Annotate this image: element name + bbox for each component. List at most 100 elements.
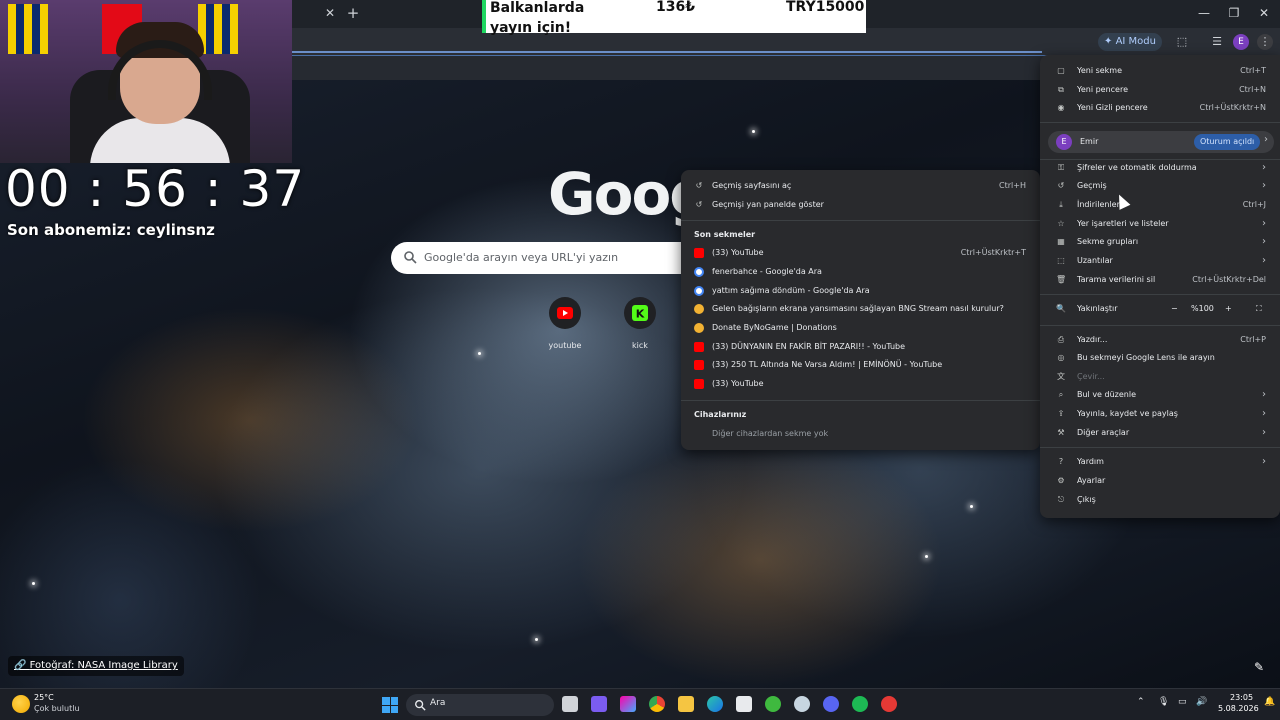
chevron-right-icon: › bbox=[1262, 408, 1266, 419]
recent-tabs-heading: Son sekmeler bbox=[694, 230, 756, 239]
history-menu-item[interactable]: ↺ Geçmiş sayfasını aç Ctrl+H bbox=[681, 177, 1040, 195]
menu-item-passwords[interactable]: ⚿ Şifreler ve otomatik doldurma › bbox=[1040, 159, 1280, 177]
network-icon[interactable]: ▭ bbox=[1178, 697, 1187, 707]
chrome-icon[interactable] bbox=[649, 696, 665, 712]
devices-heading: Cihazlarınız bbox=[694, 410, 747, 419]
menu-item-label: Geçmiş sayfasını aç bbox=[712, 181, 792, 190]
copilot-icon[interactable] bbox=[591, 696, 607, 712]
profile-avatar[interactable]: E bbox=[1233, 34, 1249, 50]
menu-item-tab-groups[interactable]: ▦ Sekme grupları › bbox=[1040, 233, 1280, 251]
spotify-icon[interactable] bbox=[852, 696, 868, 712]
menu-item-clear-data[interactable]: 🗑 Tarama verilerini sil Ctrl+ÜstKrktr+De… bbox=[1040, 271, 1280, 289]
recent-tab-item[interactable]: Donate ByNoGame | Donations bbox=[681, 319, 1040, 337]
microphone-icon[interactable]: 🎙 bbox=[1158, 697, 1169, 707]
google-favicon-icon bbox=[694, 286, 704, 296]
tab-search-icon[interactable]: ☰ bbox=[1209, 34, 1225, 50]
edge-icon[interactable] bbox=[707, 696, 723, 712]
restore-icon[interactable]: ❐ bbox=[1223, 4, 1245, 22]
steam-icon[interactable] bbox=[794, 696, 810, 712]
menu-item-incognito[interactable]: ◉ Yeni Gizli pencere Ctrl+ÜstKrktr+N bbox=[1040, 99, 1280, 117]
menu-item-shortcut: Ctrl+T bbox=[1240, 66, 1266, 75]
fullscreen-icon[interactable]: ⛶ bbox=[1256, 300, 1262, 318]
google-favicon-icon bbox=[694, 267, 704, 277]
menu-item-cast-save-share[interactable]: ⇪ Yayınla, kaydet ve paylaş › bbox=[1040, 405, 1280, 423]
search-box[interactable]: Google'da arayın veya URL'yi yazın bbox=[391, 242, 691, 274]
star bbox=[752, 130, 755, 133]
menu-divider bbox=[1040, 325, 1280, 326]
chevron-right-icon: › bbox=[1262, 236, 1266, 247]
volume-icon[interactable]: 🔊 bbox=[1196, 697, 1207, 707]
menu-item-history[interactable]: ↺ Geçmiş › bbox=[1040, 177, 1280, 195]
ai-mode-button[interactable]: ✦ AI Modu bbox=[1098, 33, 1162, 51]
widgets-icon[interactable] bbox=[620, 696, 636, 712]
notifications-icon[interactable]: 🔔 bbox=[1264, 697, 1275, 707]
zoom-out-button[interactable]: − bbox=[1171, 300, 1178, 318]
profile-row[interactable]: E Emir Oturum açıldı › bbox=[1048, 131, 1274, 153]
menu-item-help[interactable]: ? Yardım › bbox=[1040, 453, 1280, 471]
menu-item-extensions[interactable]: ⬚ Uzantılar › bbox=[1040, 252, 1280, 270]
zoom-in-button[interactable]: + bbox=[1225, 300, 1232, 318]
menu-item-downloads[interactable]: ⤓ İndirilenler Ctrl+J bbox=[1040, 196, 1280, 214]
weather-icon[interactable] bbox=[12, 695, 30, 713]
menu-item-new-window[interactable]: ⧉ Yeni pencere Ctrl+N bbox=[1040, 81, 1280, 99]
menu-item-settings[interactable]: ⚙ Ayarlar bbox=[1040, 472, 1280, 490]
youtube-favicon-icon bbox=[694, 360, 704, 370]
discord-icon[interactable] bbox=[823, 696, 839, 712]
shortcut-youtube[interactable]: youtube bbox=[545, 297, 585, 350]
shortcut-label: kick bbox=[632, 341, 648, 350]
recent-tab-item[interactable]: (33) YouTube Ctrl+ÜstKrktr+T bbox=[681, 244, 1040, 262]
task-view-icon[interactable] bbox=[562, 696, 578, 712]
menu-item-shortcut: Ctrl+ÜstKrktr+T bbox=[960, 248, 1026, 257]
tab-groups-icon: ▦ bbox=[1057, 237, 1065, 246]
recent-tab-item[interactable]: fenerbahce - Google'da Ara bbox=[681, 263, 1040, 281]
clock-time[interactable]: 23:05 bbox=[1230, 693, 1253, 702]
weather-description: Çok bulutlu bbox=[34, 704, 80, 713]
menu-item-more-tools[interactable]: ⚒ Diğer araçlar › bbox=[1040, 424, 1280, 442]
history-menu-item[interactable]: ↺ Geçmişi yan panelde göster bbox=[681, 196, 1040, 214]
close-window-icon[interactable]: ✕ bbox=[1253, 4, 1275, 22]
taskbar-search-label: Ara bbox=[430, 698, 446, 708]
menu-item-print[interactable]: ⎙ Yazdır... Ctrl+P bbox=[1040, 331, 1280, 349]
customize-pencil-icon[interactable]: ✎ bbox=[1250, 658, 1268, 676]
close-tab-icon[interactable]: ✕ bbox=[322, 5, 338, 21]
taskbar-search[interactable]: Ara bbox=[406, 694, 554, 716]
menu-item-new-tab[interactable]: ▢ Yeni sekme Ctrl+T bbox=[1040, 62, 1280, 80]
recent-tab-item[interactable]: (33) YouTube bbox=[681, 375, 1040, 393]
history-clock-icon: ↺ bbox=[695, 181, 703, 190]
minimize-icon[interactable]: — bbox=[1193, 4, 1215, 22]
svg-text:K: K bbox=[636, 308, 645, 321]
recent-tab-item[interactable]: yattım sağıma döndüm - Google'da Ara bbox=[681, 282, 1040, 300]
exit-icon: ⎋ bbox=[1057, 495, 1065, 504]
star bbox=[535, 638, 538, 641]
store-icon[interactable] bbox=[736, 696, 752, 712]
lens-icon: ◎ bbox=[1057, 353, 1065, 362]
shortcut-kick[interactable]: K kick bbox=[620, 297, 660, 350]
file-explorer-icon[interactable] bbox=[678, 696, 694, 712]
recent-tab-item[interactable]: Gelen bağışların ekrana yansımasını sağl… bbox=[681, 300, 1040, 318]
menu-item-shortcut: Ctrl+H bbox=[999, 181, 1026, 190]
recent-tab-label: (33) 250 TL Altında Ne Varsa Aldım! | EM… bbox=[712, 360, 943, 369]
history-icon: ↺ bbox=[1057, 181, 1065, 190]
menu-item-find-edit[interactable]: ⌕ Bul ve düzenle › bbox=[1040, 386, 1280, 404]
extensions-icon[interactable]: ⬚ bbox=[1174, 34, 1190, 50]
menu-divider bbox=[681, 220, 1040, 221]
xbox-icon[interactable] bbox=[765, 696, 781, 712]
photo-credit-link[interactable]: 🔗 Fotoğraf: NASA Image Library bbox=[8, 656, 184, 676]
recent-tab-item[interactable]: (33) 250 TL Altında Ne Varsa Aldım! | EM… bbox=[681, 356, 1040, 374]
clock-date[interactable]: 5.08.2026 bbox=[1218, 704, 1259, 713]
tray-chevron-icon[interactable]: ⌃ bbox=[1137, 697, 1145, 707]
menu-item-exit[interactable]: ⎋ Çıkış bbox=[1040, 491, 1280, 509]
menu-kebab-icon[interactable]: ⋮ bbox=[1257, 34, 1273, 50]
recording-app-icon[interactable] bbox=[881, 696, 897, 712]
recent-tab-item[interactable]: (33) DÜNYANIN EN FAKİR BİT PAZARI!! - Yo… bbox=[681, 338, 1040, 356]
kick-icon: K bbox=[624, 297, 656, 329]
menu-item-bookmarks[interactable]: ☆ Yer işaretleri ve listeler › bbox=[1040, 215, 1280, 233]
menu-item-label: Bul ve düzenle bbox=[1077, 390, 1137, 399]
windows-start-icon[interactable] bbox=[382, 697, 398, 713]
new-tab-icon[interactable]: + bbox=[344, 4, 362, 22]
menu-item-shortcut: Ctrl+P bbox=[1240, 335, 1266, 344]
menu-item-label: Geçmiş bbox=[1077, 181, 1107, 190]
ai-mode-label: AI Modu bbox=[1115, 36, 1156, 47]
menu-item-label: Sekme grupları bbox=[1077, 237, 1139, 246]
menu-item-google-lens[interactable]: ◎ Bu sekmeyi Google Lens ile arayın bbox=[1040, 349, 1280, 367]
